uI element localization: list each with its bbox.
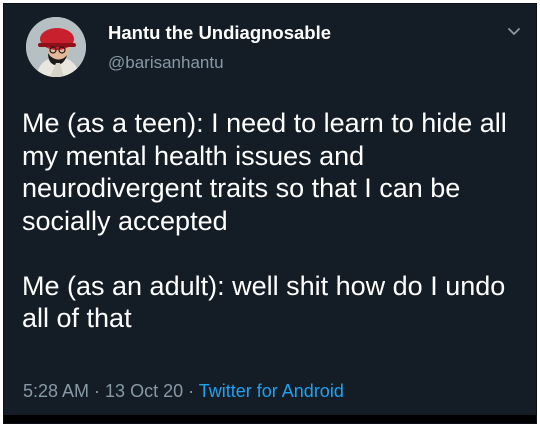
tweet-time[interactable]: 5:28 AM (23, 381, 89, 401)
avatar[interactable] (26, 17, 86, 77)
tweet-card: Hantu the Undiagnosable @barisanhantu Me… (3, 3, 537, 424)
bottom-divider (4, 415, 536, 423)
tweet-text: Me (as a teen): I need to learn to hide … (22, 107, 527, 335)
user-handle[interactable]: @barisanhantu (108, 53, 224, 73)
tweet-paragraph: Me (as an adult): well shit how do I und… (22, 270, 506, 334)
tweet-date[interactable]: 13 Oct 20 (105, 381, 183, 401)
display-name[interactable]: Hantu the Undiagnosable (108, 22, 331, 44)
chevron-down-icon[interactable] (505, 22, 523, 40)
avatar-illustration (26, 17, 86, 77)
meta-separator: · (89, 381, 106, 401)
tweet-source-link[interactable]: Twitter for Android (199, 381, 344, 401)
meta-separator: · (183, 381, 199, 401)
tweet-metadata: 5:28 AM · 13 Oct 20 · Twitter for Androi… (23, 381, 344, 402)
tweet-paragraph: Me (as a teen): I need to learn to hide … (22, 108, 507, 236)
